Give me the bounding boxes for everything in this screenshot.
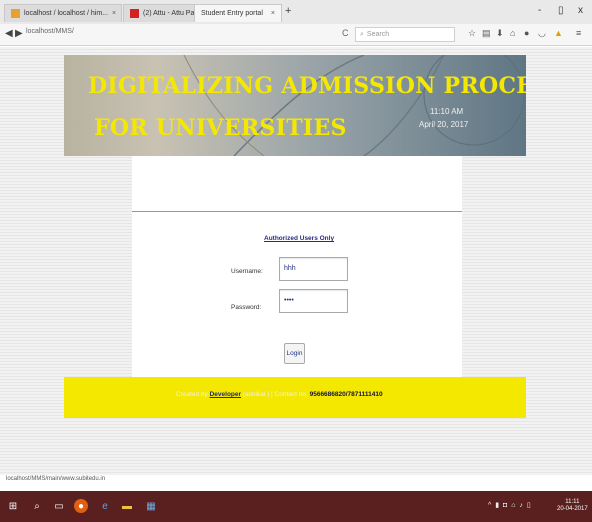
close-window-button[interactable]: x xyxy=(578,5,583,16)
banner-title-line2: FOR UNIVERSITIES xyxy=(94,115,347,141)
footer-bar: Created by Developer (ashikal.) | Contac… xyxy=(64,377,526,418)
header-banner: DIGITALIZING ADMISSION PROCESS FOR UNIVE… xyxy=(64,55,526,156)
reading-list-icon[interactable]: ▤ xyxy=(482,28,491,39)
tab-localhost[interactable]: localhost / localhost / him... × xyxy=(4,4,122,22)
reload-icon[interactable]: C xyxy=(342,28,349,38)
close-tab-icon[interactable]: × xyxy=(112,10,116,17)
minimize-button[interactable]: - xyxy=(538,5,541,16)
tab-label: localhost / localhost / him... xyxy=(24,10,109,17)
close-tab-icon[interactable]: × xyxy=(271,10,275,17)
youtube-icon xyxy=(130,9,139,18)
tab-label: Student Entry portal xyxy=(201,10,263,17)
developer-link[interactable]: Developer xyxy=(210,391,241,398)
maximize-button[interactable]: ▯ xyxy=(558,5,564,16)
banner-date: April 20, 2017 xyxy=(419,120,469,129)
clock-date: 20-04-2017 xyxy=(557,506,588,512)
extension-icon[interactable]: ▲ xyxy=(554,28,563,38)
file-explorer-icon[interactable]: ▬ xyxy=(120,499,134,513)
phpmyadmin-icon xyxy=(11,9,20,18)
footer-contact-label: (ashikal.) | Contact no. xyxy=(242,391,308,398)
footer-credits: Created by Developer (ashikal.) | Contac… xyxy=(176,391,383,398)
password-field[interactable]: •••• xyxy=(279,289,348,313)
password-label: Password: xyxy=(231,304,262,311)
back-arrow-icon[interactable]: ◀ xyxy=(5,28,13,39)
taskbar-clock[interactable]: 11:11 20-04-2017 xyxy=(557,499,588,513)
new-tab-button[interactable]: + xyxy=(285,5,291,17)
pocket-icon[interactable]: ◡ xyxy=(538,28,546,39)
edge-icon[interactable]: e xyxy=(98,499,112,513)
page-content: DIGITALIZING ADMISSION PROCESS FOR UNIVE… xyxy=(0,47,592,475)
forward-arrow-icon[interactable]: ▶ xyxy=(15,28,23,39)
browser-nav-bar: ◀ ▶ localhost/MMS/ C ⌕ Search ☆ ▤ ⬇ ⌂ ● … xyxy=(0,24,592,46)
clock-time: 11:11 xyxy=(565,499,580,505)
browser-tab-bar: localhost / localhost / him... × (2) Att… xyxy=(0,0,592,24)
windows-start-icon[interactable]: ⊞ xyxy=(6,499,20,513)
footer-phone: 9566686820/7871111410 xyxy=(309,391,383,398)
search-placeholder: Search xyxy=(366,31,390,38)
authorized-users-link[interactable]: Authorized Users Only xyxy=(264,235,334,242)
windows-taskbar: ⊞ ⌕ ▭ ● e ▬ ▦ ^ ▮ ◘ ⌂ ♪ ▯ 11:11 20-04-20… xyxy=(0,491,592,522)
download-icon[interactable]: ⬇ xyxy=(496,28,504,39)
store-icon[interactable]: ▦ xyxy=(144,499,158,513)
panel-divider xyxy=(132,211,462,212)
home-icon[interactable]: ⌂ xyxy=(510,28,515,38)
status-bar-url: localhost/MMS/main/www.subitedu.in xyxy=(6,476,106,482)
menu-icon[interactable]: ≡ xyxy=(576,28,581,38)
banner-time: 11:10 AM xyxy=(430,107,464,116)
task-view-icon[interactable]: ▭ xyxy=(52,499,66,513)
search-icon[interactable]: ⌕ xyxy=(30,499,44,513)
bookmark-star-icon[interactable]: ☆ xyxy=(468,28,476,39)
banner-title-line1: DIGITALIZING ADMISSION PROCESS xyxy=(88,73,526,99)
tab-student-entry-portal[interactable]: Student Entry portal × xyxy=(194,4,282,22)
username-label: Username: xyxy=(231,268,263,275)
footer-prefix: Created by xyxy=(176,391,208,398)
search-input[interactable]: ⌕ Search xyxy=(355,27,455,42)
address-bar[interactable]: localhost/MMS/ xyxy=(26,28,74,35)
search-icon: ⌕ xyxy=(360,30,364,38)
system-tray-icons[interactable]: ^ ▮ ◘ ⌂ ♪ ▯ xyxy=(488,501,532,509)
username-field[interactable]: hhh xyxy=(279,257,348,281)
addon-icon[interactable]: ● xyxy=(524,28,529,38)
firefox-icon[interactable]: ● xyxy=(74,499,88,513)
login-button[interactable]: Login xyxy=(284,343,305,364)
